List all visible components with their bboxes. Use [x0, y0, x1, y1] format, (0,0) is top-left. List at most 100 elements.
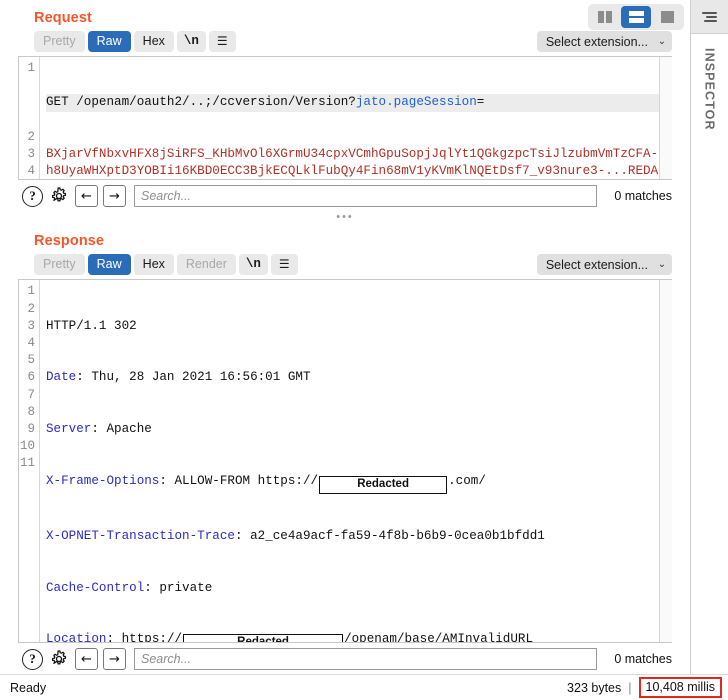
- inspector-label: INSPECTOR: [703, 48, 717, 131]
- layout-toggle-group[interactable]: [588, 4, 684, 30]
- inspector-tab[interactable]: INSPECTOR: [691, 34, 728, 674]
- line-number: 1: [19, 60, 35, 77]
- response-newline-button[interactable]: \n: [239, 254, 268, 275]
- status-metrics: 323 bytes | 10,408 millis: [567, 677, 722, 698]
- response-line-3: Server: Apache: [46, 421, 659, 438]
- redacted-location-badge: Redacted: [183, 634, 343, 642]
- response-code[interactable]: HTTP/1.1 302 Date: Thu, 28 Jan 2021 16:5…: [39, 280, 659, 642]
- line-number: 11: [19, 455, 35, 472]
- line-number: 7: [19, 387, 35, 404]
- redacted-domain-badge: Redacted: [319, 476, 447, 494]
- session-token: BXjarVfNbxvHFX8jSiRFS_KHbMvOl6XGrmU34cpx…: [46, 147, 658, 179]
- response-toolbar: Pretty Raw Hex Render \n ☰ Select extens…: [0, 254, 690, 275]
- find-previous-button[interactable]: ←: [75, 185, 98, 207]
- response-vertical-scrollbar[interactable]: [659, 280, 672, 642]
- find-next-button[interactable]: →: [103, 185, 126, 207]
- response-tab-render[interactable]: Render: [177, 254, 236, 275]
- http-method: GET: [46, 95, 76, 109]
- request-menu-button[interactable]: ☰: [209, 31, 236, 52]
- request-editor[interactable]: 1 2 3 4 5 6 GET /openam/oauth2/..;/ccver…: [18, 56, 672, 180]
- response-line-6: Cache-Control: private: [46, 580, 659, 597]
- request-tab-pretty[interactable]: Pretty: [34, 31, 85, 52]
- response-tab-hex[interactable]: Hex: [134, 254, 174, 275]
- request-vertical-scrollbar[interactable]: [659, 57, 672, 179]
- request-extension-label: Select extension...: [546, 35, 648, 49]
- header-name-location: Location: [46, 632, 106, 642]
- help-icon[interactable]: ?: [22, 649, 43, 670]
- response-title: Response: [0, 223, 690, 254]
- layout-horizontal-split-button[interactable]: [621, 6, 651, 28]
- response-extension-select[interactable]: Select extension... ⌄: [537, 254, 672, 275]
- response-line-2: Date: Thu, 28 Jan 2021 16:56:01 GMT: [46, 369, 659, 386]
- response-timing: 10,408 millis: [639, 677, 722, 698]
- header-name-opnet-trace: X-OPNET-Transaction-Trace: [46, 529, 235, 543]
- burp-repeater-window: Request Pretty Raw Hex \n ☰ Select exten…: [0, 0, 728, 700]
- header-value-server: Apache: [106, 422, 151, 436]
- request-search-input[interactable]: [134, 185, 597, 207]
- response-match-count: 0 matches: [602, 652, 672, 666]
- request-title: Request: [0, 0, 690, 31]
- line-number: 10: [19, 438, 35, 455]
- single-pane-icon: [661, 11, 674, 23]
- response-find-bar: ? ← → 0 matches: [0, 643, 690, 674]
- pane-resize-grip[interactable]: •••: [0, 211, 690, 223]
- response-menu-icon: ☰: [279, 258, 290, 270]
- layout-single-pane-button[interactable]: [652, 6, 682, 28]
- response-tab-pretty[interactable]: Pretty: [34, 254, 85, 275]
- request-line-numbers: 1 2 3 4 5 6: [19, 57, 39, 179]
- horizontal-split-icon: [629, 11, 644, 23]
- query-param-name: jato.pageSession: [356, 95, 477, 109]
- request-tab-raw[interactable]: Raw: [88, 31, 131, 52]
- x-frame-options-suffix: .com/: [448, 474, 486, 488]
- header-value-date: Thu, 28 Jan 2021 16:56:01 GMT: [91, 370, 310, 384]
- request-find-bar: ? ← → 0 matches: [0, 180, 690, 211]
- response-menu-button[interactable]: ☰: [271, 254, 298, 275]
- line-number: 2: [19, 301, 35, 318]
- rail-menu-button[interactable]: [691, 0, 728, 34]
- request-tab-hex[interactable]: Hex: [134, 31, 174, 52]
- find-next-button[interactable]: →: [103, 648, 126, 670]
- request-toolbar: Pretty Raw Hex \n ☰ Select extension... …: [0, 31, 690, 52]
- gear-icon[interactable]: [48, 648, 70, 670]
- location-suffix: /openam/base/AMInvalidURL: [344, 632, 533, 642]
- response-tab-raw[interactable]: Raw: [88, 254, 131, 275]
- request-code[interactable]: GET /openam/oauth2/..;/ccversion/Version…: [39, 57, 659, 179]
- response-line-5: X-OPNET-Transaction-Trace: a2_ce4a9acf-f…: [46, 528, 659, 545]
- line-number: 8: [19, 404, 35, 421]
- right-rail: INSPECTOR: [690, 0, 728, 674]
- response-line-4: X-Frame-Options: ALLOW-FROM https://Reda…: [46, 473, 659, 494]
- request-pane: Request Pretty Raw Hex \n ☰ Select exten…: [0, 0, 690, 223]
- chevron-down-icon: ⌄: [648, 259, 670, 270]
- help-icon[interactable]: ?: [22, 186, 43, 207]
- line-number: 3: [19, 146, 35, 163]
- content-column: Request Pretty Raw Hex \n ☰ Select exten…: [0, 0, 690, 674]
- x-frame-options-prefix: ALLOW-FROM https://: [175, 474, 319, 488]
- request-path: /openam/oauth2/..;/ccversion/Version?: [76, 95, 356, 109]
- response-search-input[interactable]: [134, 648, 597, 670]
- line-number: 3: [19, 318, 35, 335]
- chevron-down-icon: ⌄: [648, 36, 670, 47]
- line-number: 5: [19, 352, 35, 369]
- header-name-x-frame-options: X-Frame-Options: [46, 474, 159, 488]
- status-message: Ready: [10, 681, 567, 695]
- request-extension-select[interactable]: Select extension... ⌄: [537, 31, 672, 52]
- response-line-1: HTTP/1.1 302: [46, 318, 659, 335]
- response-view-tabs[interactable]: Pretty Raw Hex Render \n ☰: [34, 254, 298, 275]
- response-pane: Response Pretty Raw Hex Render \n ☰ Sele…: [0, 223, 690, 674]
- line-number: 4: [19, 335, 35, 352]
- request-menu-icon: ☰: [217, 35, 228, 47]
- request-line-1: GET /openam/oauth2/..;/ccversion/Version…: [46, 94, 659, 111]
- layout-vertical-split-button[interactable]: [590, 6, 620, 28]
- header-value-cache-control: private: [159, 581, 212, 595]
- response-editor[interactable]: 1 2 3 4 5 6 7 8 9 10 11 HTTP/1.1 302: [18, 279, 672, 643]
- find-previous-button[interactable]: ←: [75, 648, 98, 670]
- response-status-line: HTTP/1.1 302: [46, 319, 137, 333]
- response-line-7: Location: https://Redacted/openam/base/A…: [46, 631, 659, 642]
- request-newline-button[interactable]: \n: [177, 31, 206, 52]
- gear-icon[interactable]: [48, 185, 70, 207]
- line-number: 9: [19, 421, 35, 438]
- location-prefix: https://: [122, 632, 182, 642]
- hamburger-menu-icon: [702, 12, 717, 22]
- header-name-server: Server: [46, 422, 91, 436]
- request-view-tabs[interactable]: Pretty Raw Hex \n ☰: [34, 31, 236, 52]
